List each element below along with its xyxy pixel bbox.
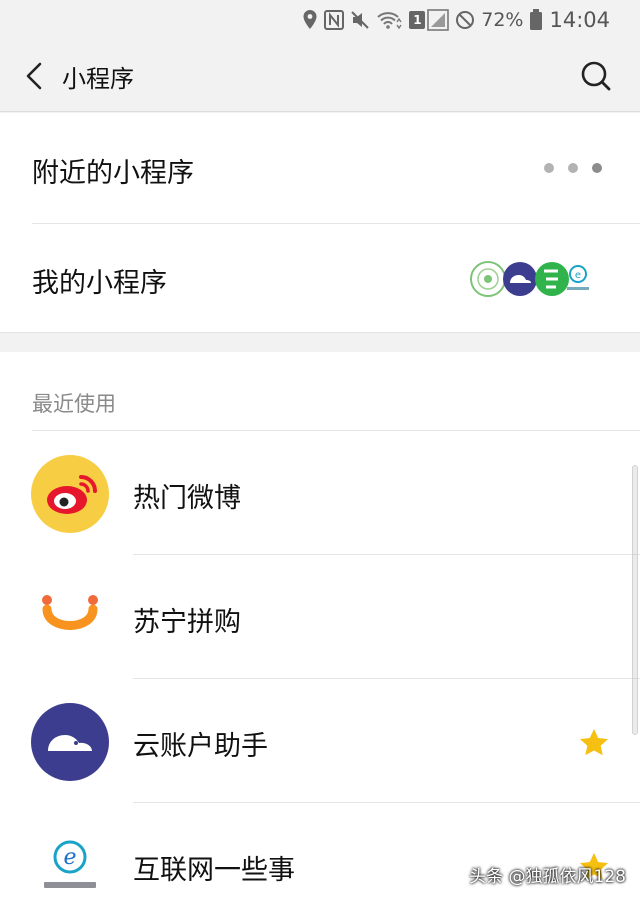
search-button[interactable] (576, 56, 616, 96)
app-name: 云账户助手 (133, 731, 268, 762)
list-item[interactable]: 苏宁拼购 (0, 555, 640, 679)
section-label-recent: 最近使用 (32, 392, 116, 416)
thumb-cloud-account-icon (503, 262, 537, 296)
app-name: 互联网一些事 (133, 855, 295, 886)
battery-percent: 72% (481, 9, 524, 31)
no-sim-icon (455, 10, 475, 30)
nav-bar: 小程序 (0, 40, 640, 112)
status-bar: 1 72% 14:04 (0, 0, 640, 40)
internet-things-icon: e (44, 840, 96, 888)
status-time: 14:04 (549, 8, 610, 32)
mine-label: 我的小程序 (32, 268, 167, 299)
svg-text:e: e (575, 270, 581, 281)
page-title: 小程序 (62, 65, 134, 93)
nfc-icon (324, 10, 345, 30)
my-mini-programs-row[interactable]: 我的小程序 e (0, 223, 640, 333)
nearby-label: 附近的小程序 (32, 158, 194, 189)
app-name: 苏宁拼购 (133, 607, 241, 638)
location-icon (302, 9, 318, 31)
mute-icon (350, 10, 370, 30)
mini-program-entries: 附近的小程序 我的小程序 e (0, 113, 640, 333)
nearby-mini-programs-row[interactable]: 附近的小程序 (0, 113, 640, 223)
search-icon (581, 61, 611, 91)
watermark: 头条 @独孤依风128 (469, 867, 626, 887)
back-button[interactable] (14, 54, 54, 98)
sim-badge-icon: 1 (408, 10, 426, 30)
thumb-green-tile-icon (535, 262, 569, 296)
sim-badge-text: 1 (413, 13, 422, 27)
battery-icon (529, 9, 543, 31)
weibo-icon (31, 455, 109, 533)
suning-icon (42, 595, 98, 630)
app-name: 热门微博 (133, 483, 241, 514)
scrollbar[interactable] (632, 465, 638, 735)
list-item[interactable]: 热门微博 (0, 431, 640, 555)
cloud-account-icon (31, 703, 109, 781)
list-item[interactable]: 云账户助手 (0, 679, 640, 803)
recent-section: 最近使用 热门微博 苏宁拼购 云账户助手 e 互联网一些事 (0, 352, 640, 899)
signal-icon (427, 9, 450, 31)
more-dots-icon (544, 163, 602, 173)
chevron-left-icon (26, 62, 42, 90)
thumb-green-logo-icon (470, 261, 506, 297)
my-mini-program-thumbnails: e (470, 261, 589, 297)
star-icon[interactable] (578, 727, 610, 759)
status-icons: 1 72% 14:04 (302, 6, 610, 34)
thumb-internet-things-icon: e (567, 265, 589, 290)
wifi-icon (376, 10, 402, 30)
svg-text:e: e (63, 845, 76, 870)
